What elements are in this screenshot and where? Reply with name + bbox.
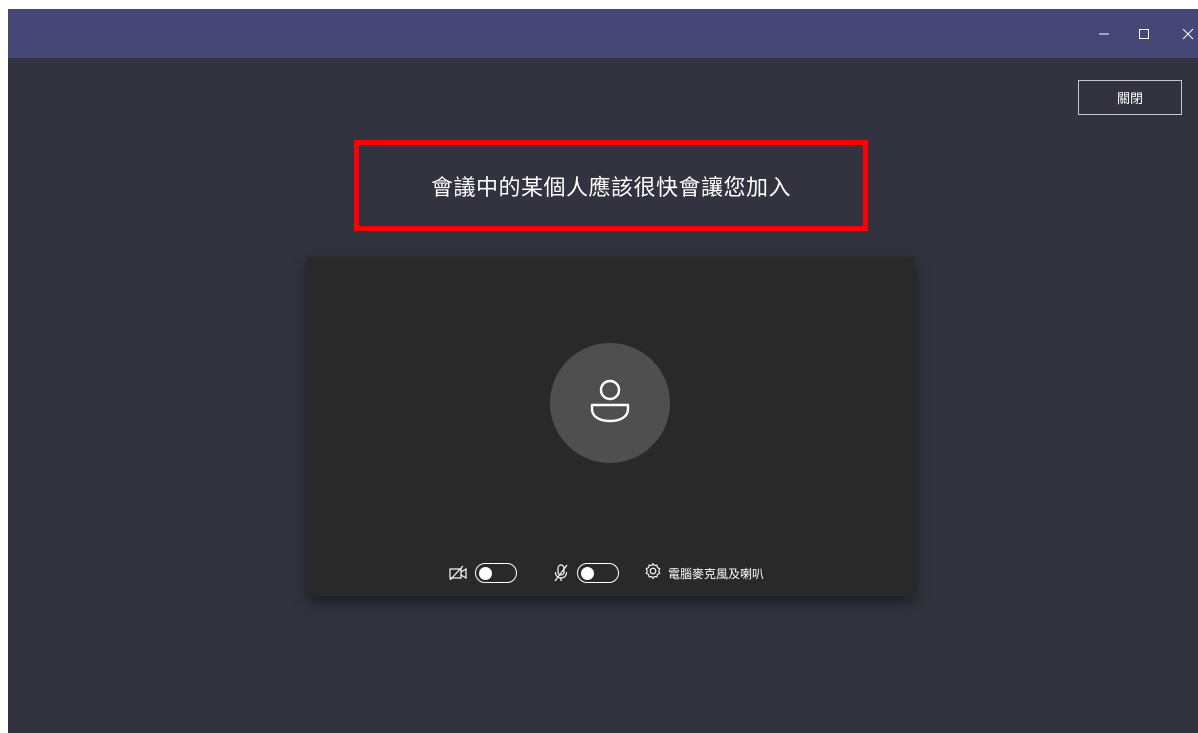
device-settings-button[interactable]: 電腦麥克風及喇叭 — [644, 562, 764, 584]
avatar — [550, 343, 670, 463]
maximize-icon — [1138, 28, 1150, 40]
maximize-button[interactable] — [1124, 9, 1164, 58]
close-icon — [1182, 28, 1194, 40]
camera-toggle[interactable] — [475, 563, 517, 583]
close-window-button[interactable] — [1168, 9, 1198, 58]
device-controls: 電腦麥克風及喇叭 — [307, 560, 915, 586]
device-settings-label: 電腦麥克風及喇叭 — [668, 566, 765, 581]
minimize-icon — [1098, 28, 1110, 40]
mic-off-icon — [551, 564, 571, 582]
lobby-message-highlight: 會議中的某個人應該很快會讓您加入 — [354, 140, 868, 231]
person-icon — [588, 377, 632, 429]
camera-toggle-knob — [479, 566, 492, 580]
minimize-button[interactable] — [1084, 9, 1124, 58]
title-bar — [8, 9, 1198, 58]
microphone-toggle[interactable] — [577, 563, 619, 583]
camera-off-icon — [448, 564, 468, 582]
microphone-toggle-knob — [581, 566, 594, 580]
close-button[interactable]: 關閉 — [1078, 80, 1182, 115]
gear-icon — [644, 562, 662, 584]
lobby-message: 會議中的某個人應該很快會讓您加入 — [430, 175, 791, 201]
video-preview: 電腦麥克風及喇叭 — [307, 257, 915, 596]
teams-window: 關閉 會議中的某個人應該很快會讓您加入 電腦麥克風及喇叭 — [8, 9, 1198, 733]
